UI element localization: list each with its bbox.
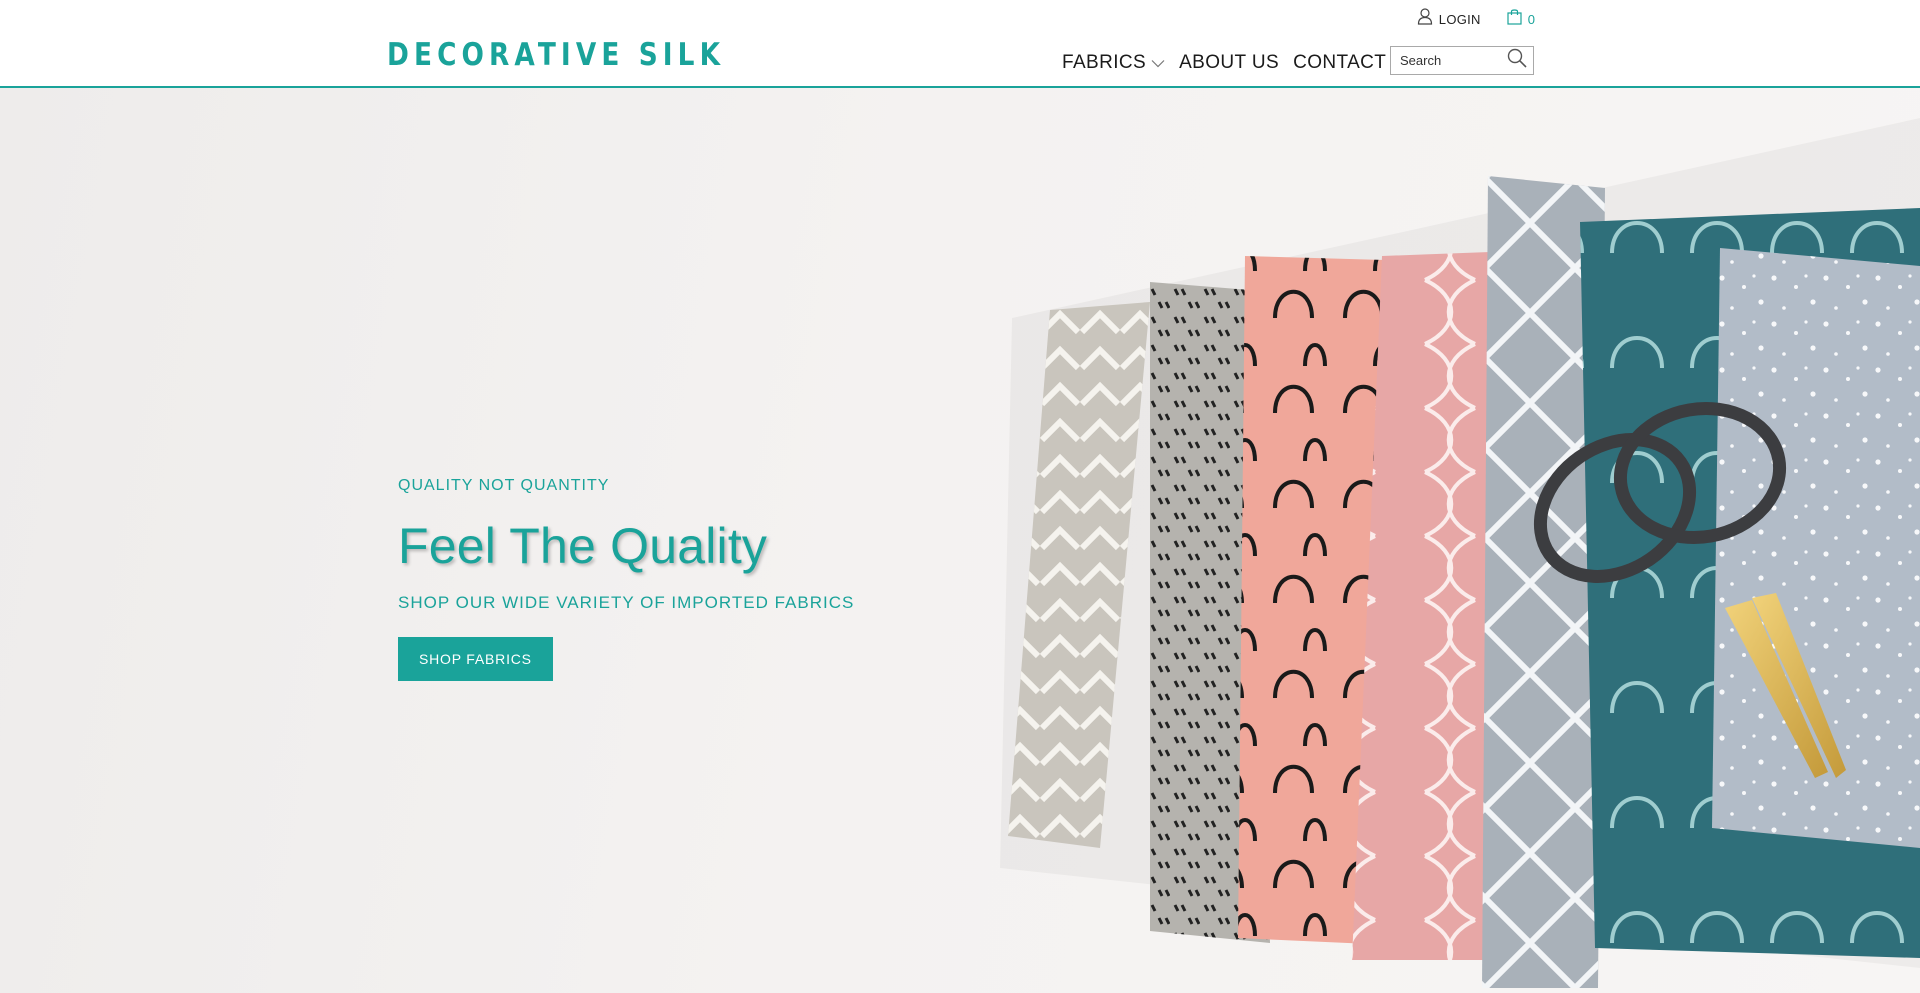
- hero-fabrics-image: [1000, 118, 1920, 988]
- cart-count: 0: [1527, 11, 1535, 27]
- site-header: LOGIN 0 DECORATIVE SILK FABRICS ABOUT US…: [0, 0, 1920, 88]
- nav-item-fabrics[interactable]: FABRICS: [1062, 52, 1165, 74]
- search-icon: [1507, 48, 1527, 73]
- search-input[interactable]: [1400, 53, 1500, 68]
- chevron-down-icon: [1151, 52, 1165, 74]
- shopping-bag-icon: [1507, 8, 1522, 30]
- cart-link[interactable]: 0: [1507, 8, 1535, 30]
- search-button[interactable]: [1507, 48, 1527, 73]
- shop-fabrics-button[interactable]: SHOP FABRICS: [398, 637, 553, 681]
- nav-item-about-us-label: ABOUT US: [1179, 52, 1280, 73]
- user-icon: [1417, 8, 1433, 30]
- site-logo[interactable]: DECORATIVE SILK: [387, 40, 725, 71]
- utility-bar: LOGIN 0: [1417, 8, 1535, 30]
- login-label: LOGIN: [1438, 11, 1481, 27]
- hero-eyebrow: QUALITY NOT QUANTITY: [398, 477, 610, 494]
- main-nav: FABRICS ABOUT US CONTACT: [1062, 52, 1386, 74]
- nav-item-about-us[interactable]: ABOUT US: [1179, 52, 1279, 74]
- nav-item-contact[interactable]: CONTACT: [1293, 52, 1386, 74]
- hero-headline: Feel The Quality: [398, 518, 768, 574]
- nav-item-fabrics-label: FABRICS: [1062, 52, 1147, 73]
- nav-item-contact-label: CONTACT: [1293, 52, 1387, 73]
- login-link[interactable]: LOGIN: [1417, 8, 1481, 30]
- hero-text: QUALITY NOT QUANTITY Feel The Quality SH…: [398, 477, 854, 681]
- hero-banner: QUALITY NOT QUANTITY Feel The Quality SH…: [0, 88, 1920, 993]
- hero-subhead: SHOP OUR WIDE VARIETY OF IMPORTED FABRIC…: [398, 593, 855, 612]
- search-form: [1390, 46, 1534, 75]
